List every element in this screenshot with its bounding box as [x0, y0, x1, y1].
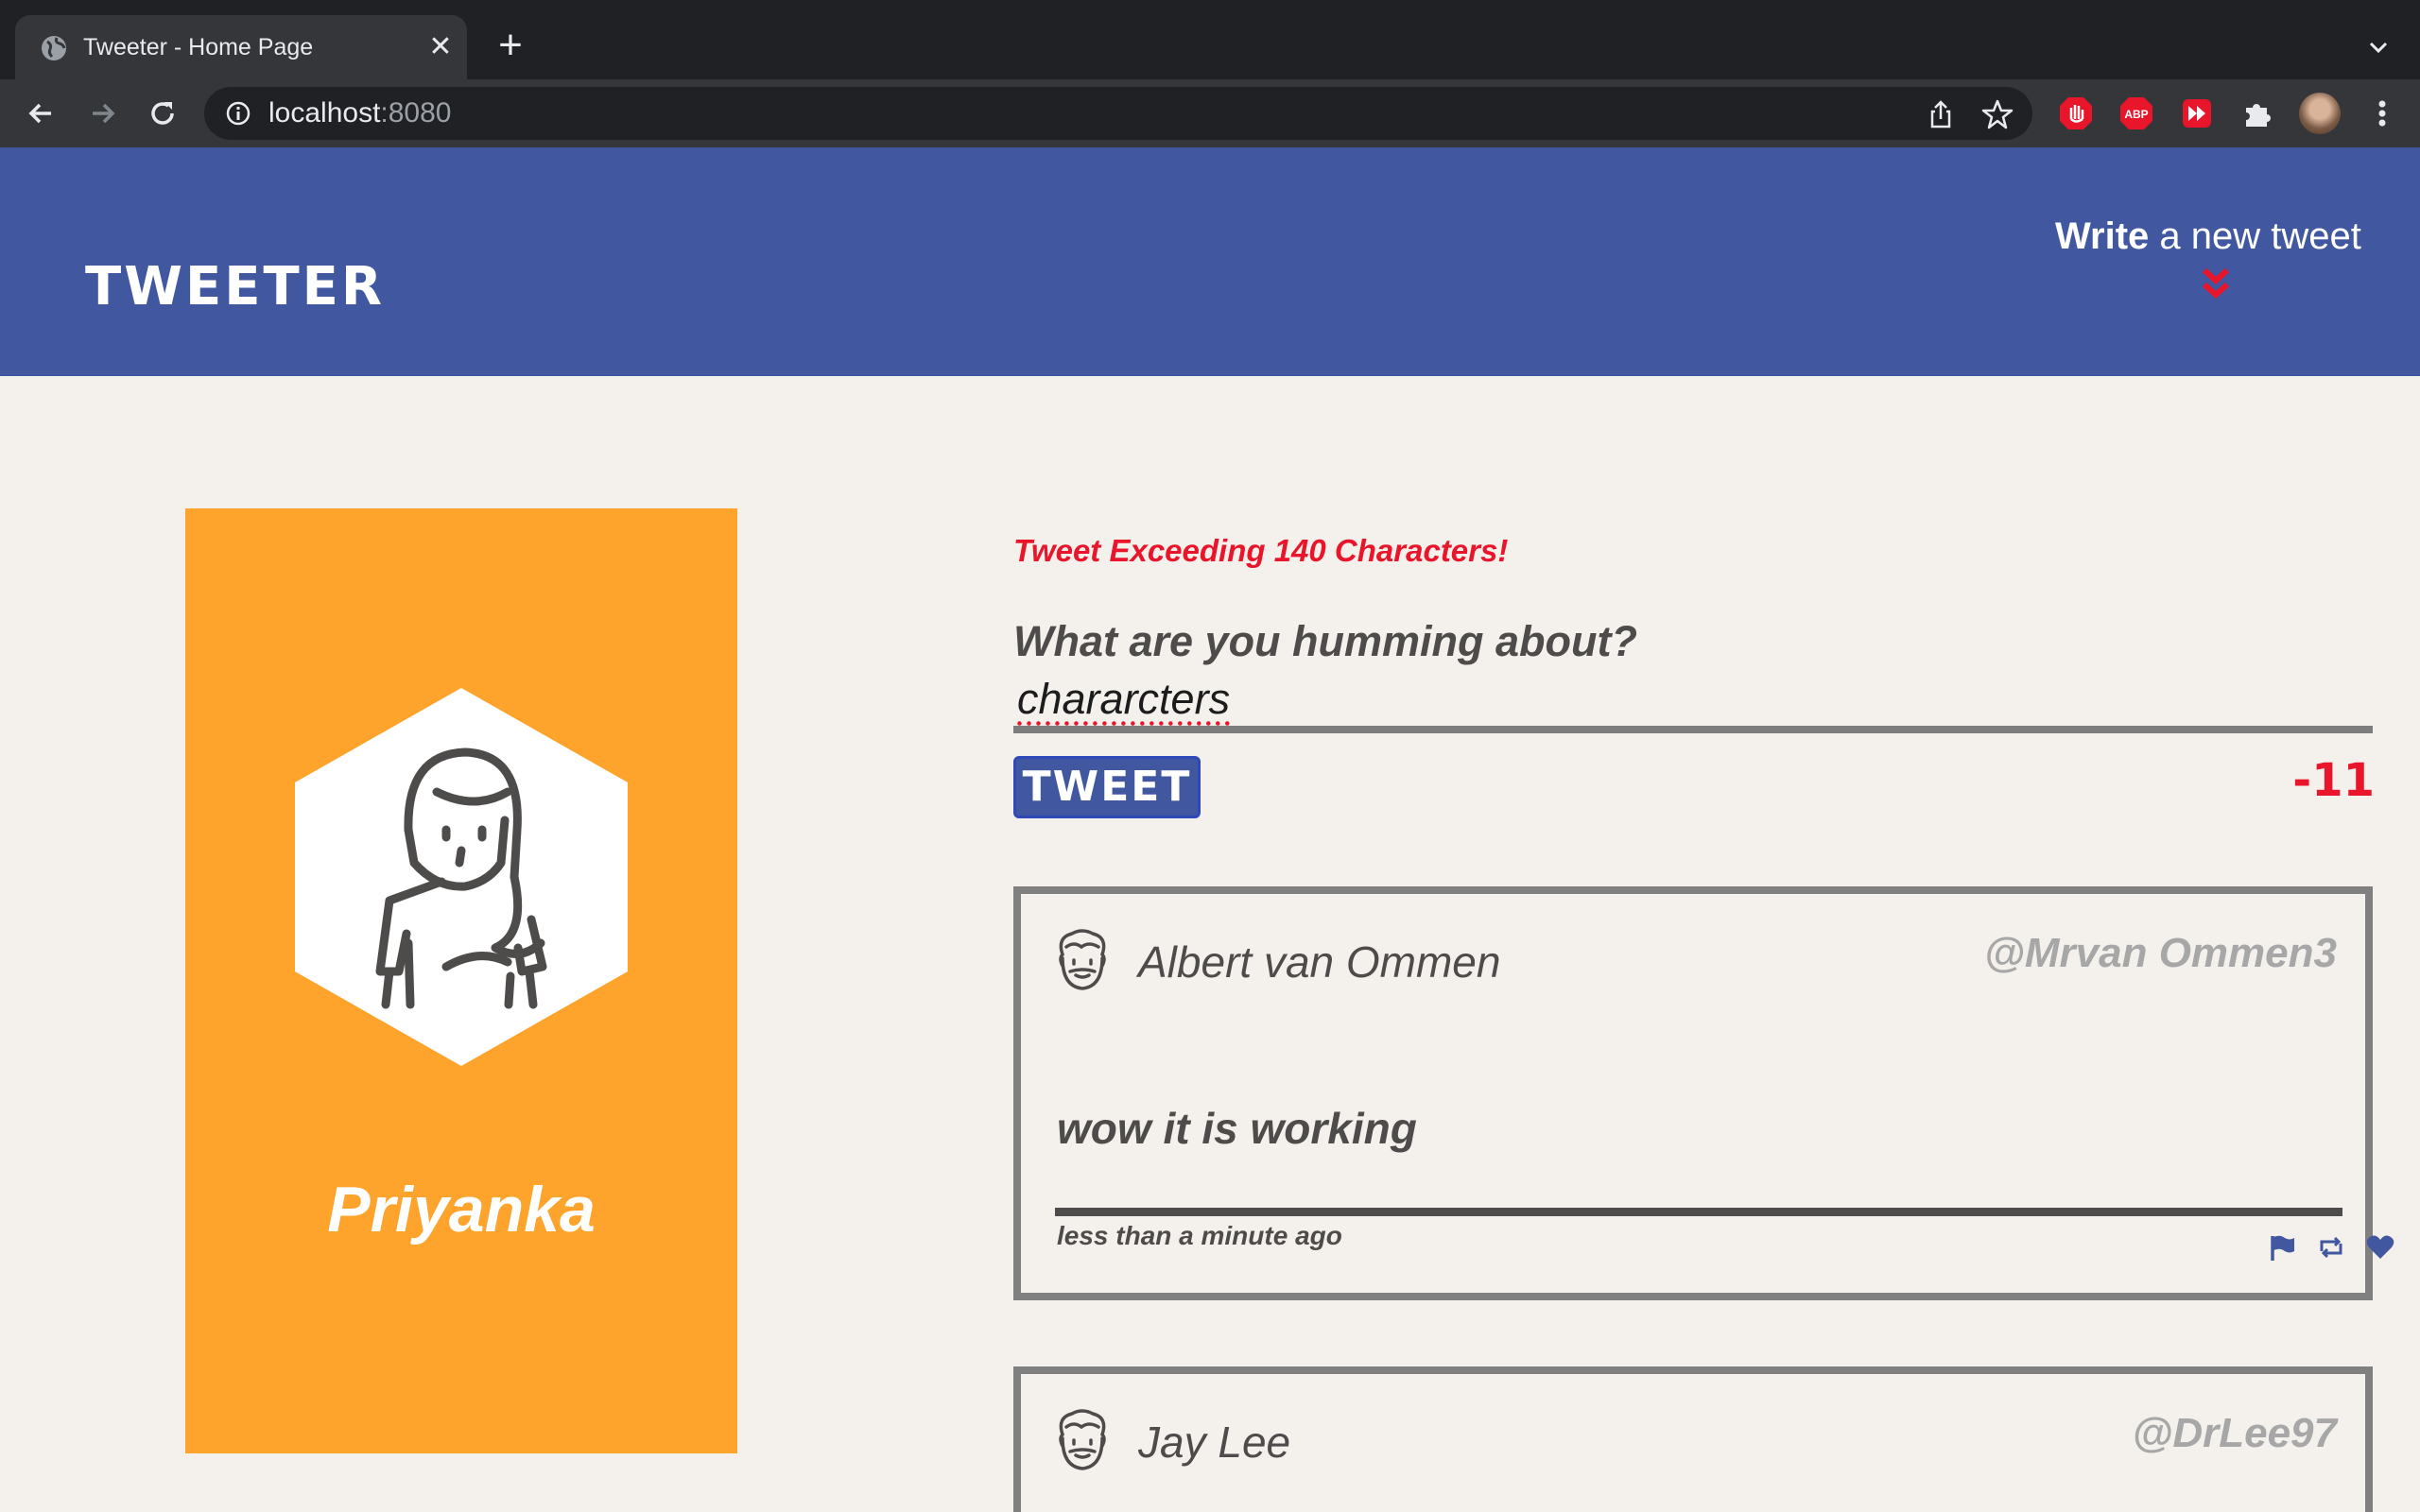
error-message: Tweet Exceeding 140 Characters! — [1013, 533, 1509, 568]
write-rest: a new tweet — [2149, 215, 2361, 257]
tweet-content: wow it is working — [1057, 1104, 1417, 1153]
profile-avatar-hexagon — [295, 688, 628, 1066]
share-icon[interactable] — [1925, 98, 1957, 130]
tweet-author-handle: @DrLee97 — [2132, 1410, 2337, 1456]
browser-tab[interactable]: Tweeter - Home Page ✕ — [15, 15, 467, 79]
url-text: localhost:8080 — [268, 97, 451, 129]
tweet-card: Jay Lee @DrLee97 — [1013, 1366, 2373, 1512]
heart-icon[interactable] — [2365, 1232, 2395, 1263]
tweet-timestamp: less than a minute ago — [1057, 1221, 1342, 1250]
address-bar[interactable]: localhost:8080 — [204, 87, 2032, 140]
chevron-down-icon[interactable] — [2360, 28, 2397, 66]
more-options-icon[interactable] — [2363, 94, 2401, 132]
compose-prompt: What are you humming about? — [1013, 617, 1637, 665]
url-port: :8080 — [380, 97, 452, 129]
profile-avatar[interactable] — [2299, 93, 2341, 134]
man-avatar-icon — [1059, 1409, 1106, 1470]
compose-underline — [1013, 726, 2373, 733]
write-bold: Write — [2055, 215, 2150, 257]
tweet-input-value: chararcters — [1017, 675, 1231, 723]
tweet-actions — [2267, 1232, 2394, 1264]
info-icon[interactable] — [225, 100, 251, 127]
man-avatar-icon — [1059, 929, 1106, 990]
tweet-author-name: Jay Lee — [1138, 1418, 1291, 1467]
retweet-icon[interactable] — [2316, 1232, 2346, 1263]
svg-text:ABP: ABP — [2124, 108, 2148, 121]
character-counter: -11 — [2292, 754, 2375, 807]
double-chevron-down-icon[interactable] — [2199, 265, 2233, 302]
tweet-divider — [1055, 1208, 2342, 1216]
app-header: TWEETER Write a new tweet — [0, 147, 2420, 376]
new-tab-button[interactable]: + — [490, 25, 531, 68]
profile-card: Priyanka — [185, 508, 737, 1453]
tweet-author-name: Albert van Ommen — [1138, 937, 1501, 987]
adblock-plus-icon[interactable]: ABP — [2118, 94, 2155, 132]
write-new-tweet-link[interactable]: Write a new tweet — [2055, 214, 2361, 259]
tweet-card: Albert van Ommen @Mrvan Ommen3 wow it is… — [1013, 886, 2394, 1300]
media-ext-icon[interactable] — [2178, 94, 2216, 132]
forward-arrow-icon[interactable] — [83, 94, 121, 132]
back-arrow-icon[interactable] — [23, 94, 60, 132]
browser-toolbar: localhost:8080 ABP — [0, 79, 2420, 147]
puzzle-icon[interactable] — [2238, 94, 2276, 132]
tweet-textarea[interactable]: chararcters — [1013, 675, 2373, 724]
tab-title: Tweeter - Home Page — [83, 34, 314, 60]
stop-ext-icon[interactable] — [2057, 94, 2095, 132]
flag-icon[interactable] — [2267, 1232, 2297, 1263]
globe-icon — [42, 36, 66, 60]
browser-tab-bar: Tweeter - Home Page ✕ + — [0, 0, 2420, 79]
tweet-author-handle: @Mrvan Ommen3 — [1983, 930, 2337, 976]
tweet-submit-button[interactable]: TWEET — [1013, 756, 1201, 818]
star-icon[interactable] — [1981, 98, 2014, 130]
reload-icon[interactable] — [144, 94, 182, 132]
brand-logo[interactable]: TWEETER — [85, 253, 385, 321]
url-host: localhost — [268, 97, 381, 129]
profile-name: Priyanka — [327, 1174, 596, 1246]
tab-close-icon[interactable]: ✕ — [424, 30, 458, 64]
